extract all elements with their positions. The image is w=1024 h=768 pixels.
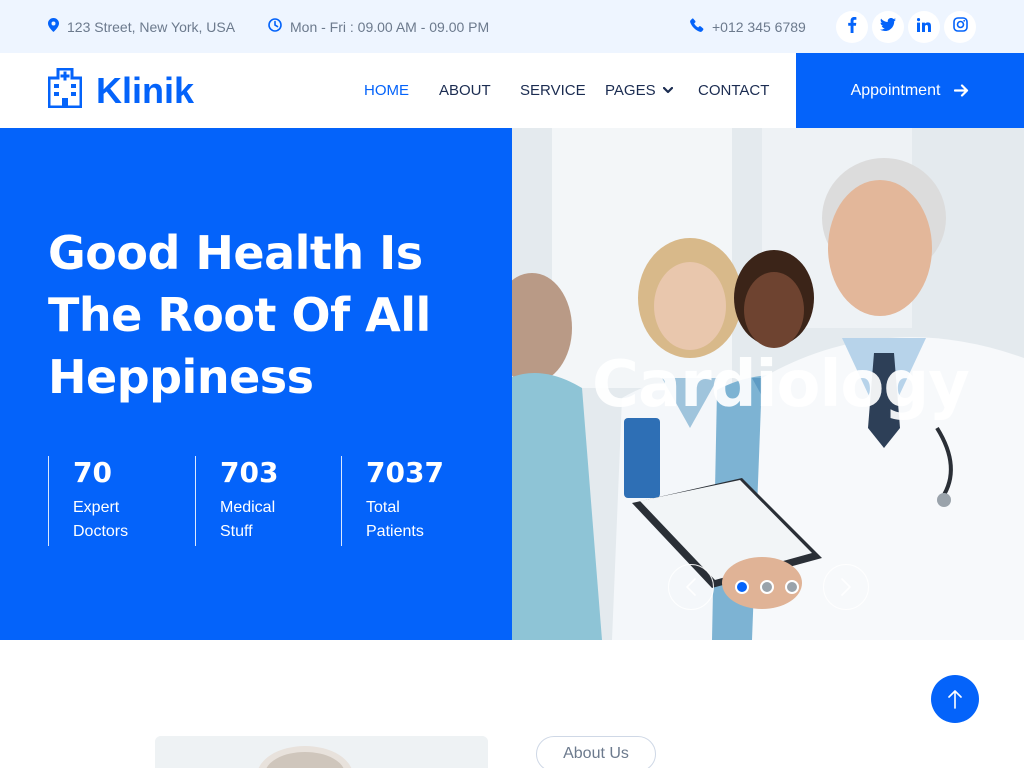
clock-icon bbox=[268, 18, 290, 35]
hero-title: Good Health Is The Root Of All Heppiness bbox=[48, 222, 488, 408]
top-bar: 123 Street, New York, USA Mon - Fri : 09… bbox=[0, 0, 1024, 53]
stat-label: Medical Stuff bbox=[220, 499, 276, 540]
carousel-next-button[interactable] bbox=[823, 564, 869, 610]
address-text: 123 Street, New York, USA bbox=[67, 18, 236, 35]
stat-value: 703 bbox=[220, 456, 279, 489]
nav-home[interactable]: HOME bbox=[364, 53, 409, 128]
about-us-badge: About Us bbox=[536, 736, 656, 768]
chevron-right-icon bbox=[841, 578, 851, 596]
hours-info: Mon - Fri : 09.00 AM - 09.00 PM bbox=[268, 0, 489, 53]
stat-label: Total Patients bbox=[366, 499, 424, 540]
stat-label: Expert Doctors bbox=[73, 499, 129, 540]
chevron-left-icon bbox=[686, 578, 696, 596]
instagram-icon bbox=[952, 17, 968, 37]
phone-text: +012 345 6789 bbox=[712, 18, 806, 35]
nav-contact[interactable]: CONTACT bbox=[698, 53, 769, 128]
carousel-dot-1[interactable] bbox=[735, 580, 749, 594]
hero-title-line: Good Health Is bbox=[48, 226, 423, 280]
appointment-label: Appointment bbox=[850, 81, 941, 99]
phone-info[interactable]: +012 345 6789 bbox=[690, 0, 806, 53]
map-marker-icon bbox=[48, 18, 67, 35]
main-navbar: Klinik HOME ABOUT SERVICE PAGES CONTACT … bbox=[0, 53, 1024, 128]
nav-pages-dropdown[interactable]: PAGES bbox=[605, 53, 673, 128]
stat-total-patients: 7037 Total Patients bbox=[341, 456, 456, 546]
facebook-icon bbox=[847, 16, 857, 38]
hero-carousel: Cardiology bbox=[512, 128, 1024, 640]
back-to-top-button[interactable] bbox=[931, 675, 979, 723]
stat-value: 70 bbox=[73, 456, 112, 489]
hours-text: Mon - Fri : 09.00 AM - 09.00 PM bbox=[290, 18, 490, 35]
carousel-dot-2[interactable] bbox=[760, 580, 774, 594]
brand-logo[interactable]: Klinik bbox=[47, 53, 195, 128]
nav-service[interactable]: SERVICE bbox=[520, 53, 586, 128]
chevron-down-icon bbox=[662, 87, 673, 94]
linkedin-icon bbox=[916, 17, 931, 37]
arrow-right-icon bbox=[940, 84, 969, 97]
hero-title-line: The Root Of All bbox=[48, 288, 431, 342]
brand-name: Klinik bbox=[96, 69, 195, 111]
twitter-link[interactable] bbox=[872, 11, 904, 43]
facebook-link[interactable] bbox=[836, 11, 868, 43]
address-info: 123 Street, New York, USA bbox=[48, 0, 235, 53]
linkedin-link[interactable] bbox=[908, 11, 940, 43]
twitter-icon bbox=[880, 17, 896, 36]
nav-about[interactable]: ABOUT bbox=[439, 53, 491, 128]
stat-value: 7037 bbox=[366, 456, 444, 489]
nav-pages-label: PAGES bbox=[605, 82, 656, 99]
carousel-prev-button[interactable] bbox=[668, 564, 714, 610]
hospital-icon bbox=[47, 67, 83, 113]
stat-expert-doctors: 70 Expert Doctors bbox=[48, 456, 163, 546]
stat-medical-stuff: 703 Medical Stuff bbox=[195, 456, 310, 546]
instagram-link[interactable] bbox=[944, 11, 976, 43]
about-photo bbox=[155, 736, 488, 768]
hero-title-line: Heppiness bbox=[48, 350, 314, 404]
slide-caption: Cardiology bbox=[592, 348, 970, 422]
phone-icon bbox=[690, 18, 712, 35]
appointment-button[interactable]: Appointment bbox=[796, 53, 1024, 128]
arrow-up-icon bbox=[948, 689, 962, 709]
about-image bbox=[155, 736, 488, 768]
carousel-dot-3[interactable] bbox=[785, 580, 799, 594]
